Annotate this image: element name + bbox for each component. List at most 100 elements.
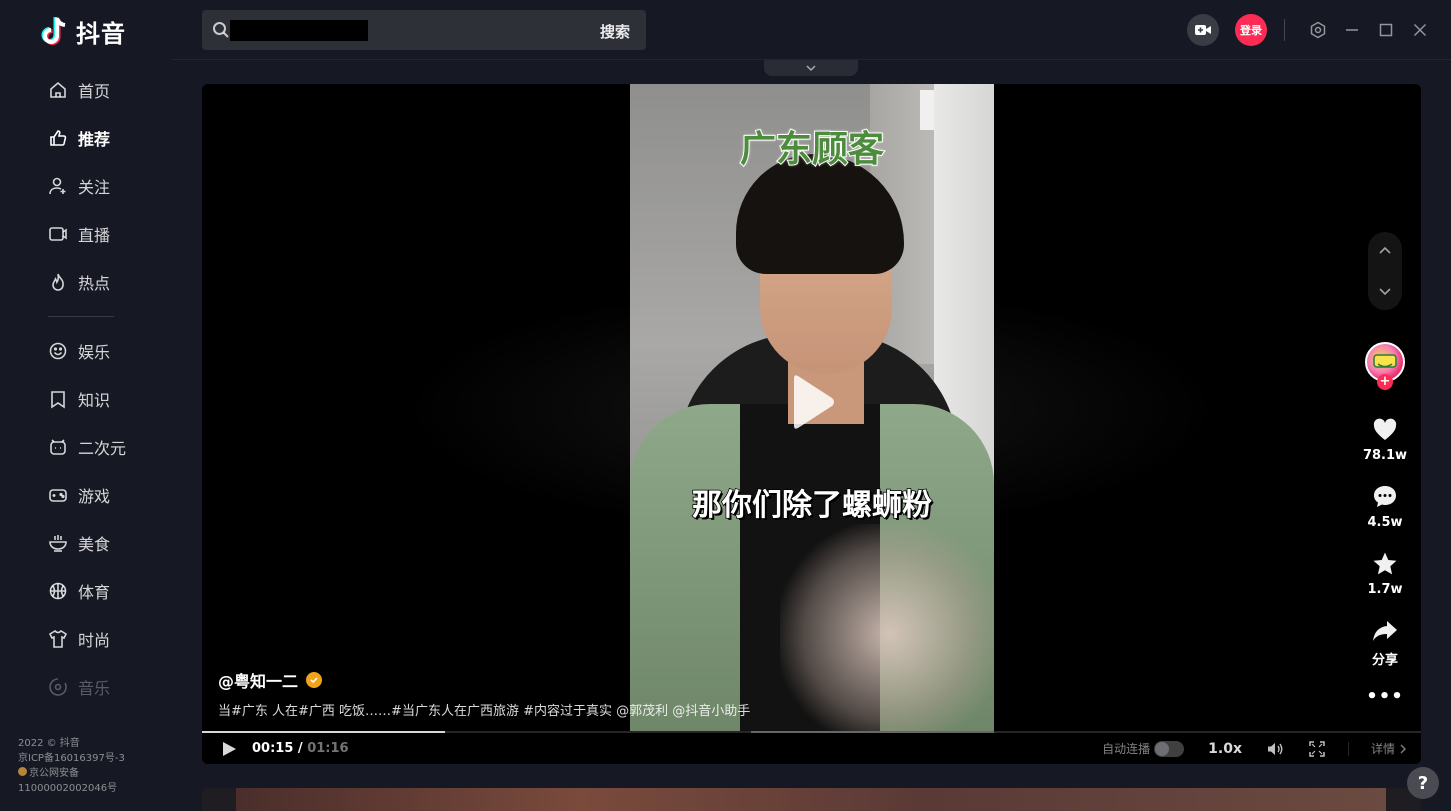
author-row: @粤知一二 bbox=[218, 668, 750, 692]
sidebar-item-label: 直播 bbox=[78, 226, 111, 245]
home-icon bbox=[50, 81, 66, 98]
chevron-up-icon[interactable] bbox=[1378, 244, 1392, 258]
sidebar-item-knowledge[interactable]: 知识 bbox=[0, 375, 172, 423]
chevron-right-icon bbox=[1400, 744, 1406, 753]
volume-icon[interactable] bbox=[1266, 740, 1284, 758]
gamepad-icon bbox=[49, 489, 67, 502]
share-action[interactable]: 分享 bbox=[1358, 617, 1412, 668]
follow-button[interactable]: + bbox=[1377, 374, 1393, 390]
chevron-down-icon[interactable] bbox=[1378, 284, 1392, 298]
police-record-number[interactable]: 11000002002046号 bbox=[18, 781, 125, 796]
player-controls-right: 自动连播 1.0x 详情 bbox=[1102, 733, 1407, 764]
footer-info: 2022 © 抖音 京ICP备16016397号-3 京公网安备 1100000… bbox=[18, 736, 125, 796]
autoplay-toggle[interactable] bbox=[1154, 740, 1185, 757]
music-icon bbox=[49, 678, 67, 696]
more-options-button[interactable]: ••• bbox=[1358, 686, 1412, 707]
header-actions: 登录 bbox=[1187, 14, 1451, 46]
time-current: 00:15 bbox=[252, 741, 294, 756]
tshirt-icon bbox=[48, 629, 68, 648]
fullscreen-icon[interactable] bbox=[1308, 740, 1326, 758]
time-display: 00:15 / 01:16 bbox=[252, 741, 349, 756]
comment-icon bbox=[1374, 486, 1396, 507]
minimize-button[interactable] bbox=[1335, 14, 1369, 46]
play-icon[interactable] bbox=[786, 372, 836, 432]
bowl-icon bbox=[49, 535, 67, 552]
search-button[interactable]: 搜索 bbox=[600, 21, 630, 42]
upload-video-button[interactable] bbox=[1187, 14, 1219, 46]
sidebar-item-entertainment[interactable]: 娱乐 bbox=[0, 327, 172, 375]
video-plus-icon bbox=[1195, 25, 1211, 35]
collapse-header-toggle[interactable] bbox=[764, 60, 858, 76]
play-pause-icon[interactable] bbox=[220, 740, 238, 758]
maximize-icon bbox=[1379, 23, 1393, 37]
player-controls: 00:15 / 01:16 自动连播 1.0x 详情 bbox=[202, 733, 1421, 764]
user-plus-icon bbox=[49, 177, 66, 195]
search-bar: 搜索 bbox=[202, 10, 646, 50]
sidebar-item-label: 美食 bbox=[78, 535, 111, 554]
logo[interactable]: 抖音 bbox=[40, 14, 126, 48]
sidebar: 抖音 首页 推荐 关注 直播 热点 娱乐 知识 二次元 游戏 美食 体育 时尚 … bbox=[0, 0, 172, 811]
sidebar-item-food[interactable]: 美食 bbox=[0, 519, 172, 567]
police-record-text[interactable]: 京公网安备 bbox=[18, 766, 125, 781]
author-name[interactable]: @粤知一二 bbox=[218, 668, 298, 692]
maximize-button[interactable] bbox=[1369, 14, 1403, 46]
header-divider bbox=[1284, 19, 1285, 41]
icp-text[interactable]: 京ICP备16016397号-3 bbox=[18, 751, 125, 766]
sidebar-item-label: 时尚 bbox=[78, 631, 111, 650]
sidebar-item-anime[interactable]: 二次元 bbox=[0, 423, 172, 471]
autoplay-label: 自动连播 bbox=[1102, 742, 1151, 756]
sidebar-nav: 首页 推荐 关注 直播 热点 娱乐 知识 二次元 游戏 美食 体育 时尚 音乐 bbox=[0, 66, 172, 711]
help-button[interactable]: ? bbox=[1407, 767, 1439, 799]
sidebar-item-recommend[interactable]: 推荐 bbox=[0, 114, 172, 162]
search-input[interactable] bbox=[230, 19, 368, 41]
alarm-clock-icon bbox=[50, 439, 66, 455]
logo-text: 抖音 bbox=[76, 19, 126, 48]
sidebar-item-label: 二次元 bbox=[78, 439, 127, 458]
playback-speed-button[interactable]: 1.0x bbox=[1208, 741, 1242, 757]
sidebar-item-label: 首页 bbox=[78, 82, 111, 101]
comment-action[interactable]: 4.5w bbox=[1358, 483, 1412, 530]
live-icon bbox=[49, 227, 67, 241]
author-avatar-wrap[interactable]: + bbox=[1365, 342, 1405, 390]
sidebar-item-label: 游戏 bbox=[78, 487, 111, 506]
sidebar-item-label: 音乐 bbox=[78, 679, 111, 698]
login-button[interactable]: 登录 bbox=[1235, 14, 1267, 46]
next-video-preview[interactable] bbox=[202, 788, 1421, 811]
sidebar-item-hot[interactable]: 热点 bbox=[0, 258, 172, 306]
sidebar-item-sports[interactable]: 体育 bbox=[0, 567, 172, 615]
time-total: 01:16 bbox=[307, 741, 349, 756]
close-button[interactable] bbox=[1403, 14, 1437, 46]
sidebar-item-follow[interactable]: 关注 bbox=[0, 162, 172, 210]
chevron-down-icon bbox=[806, 65, 816, 72]
sidebar-item-label: 知识 bbox=[78, 391, 111, 410]
sidebar-divider bbox=[48, 316, 114, 317]
action-bar: + 78.1w 4.5w 1.7w 分享 ••• bbox=[1358, 342, 1412, 707]
copyright-text: 2022 © 抖音 bbox=[18, 738, 80, 749]
video-subtitle: 那你们除了螺蛳粉 bbox=[691, 487, 933, 524]
video-player[interactable]: 广东顾客 那你们除了螺蛳粉 @粤知一二 当#广东 人在#广西 吃饭……#当广东人… bbox=[202, 84, 1421, 764]
detail-button[interactable]: 详情 bbox=[1371, 740, 1407, 757]
sidebar-item-label: 体育 bbox=[78, 583, 111, 602]
sidebar-item-home[interactable]: 首页 bbox=[0, 66, 172, 114]
video-caption-top: 广东顾客 bbox=[739, 128, 885, 171]
sidebar-item-games[interactable]: 游戏 bbox=[0, 471, 172, 519]
controls-divider bbox=[1347, 741, 1349, 756]
video-frame[interactable]: 广东顾客 那你们除了螺蛳粉 bbox=[630, 84, 994, 731]
verified-badge-icon bbox=[306, 672, 323, 688]
close-icon bbox=[1413, 23, 1427, 37]
smiley-icon bbox=[49, 342, 67, 360]
sidebar-item-fashion[interactable]: 时尚 bbox=[0, 615, 172, 663]
sidebar-item-live[interactable]: 直播 bbox=[0, 210, 172, 258]
sidebar-item-music[interactable]: 音乐 bbox=[0, 663, 172, 711]
heart-icon bbox=[1373, 418, 1397, 440]
favorite-action[interactable]: 1.7w bbox=[1358, 550, 1412, 597]
settings-icon bbox=[1310, 21, 1326, 39]
share-icon bbox=[1373, 621, 1397, 641]
video-info: @粤知一二 当#广东 人在#广西 吃饭……#当广东人在广西旅游 #内容过于真实 … bbox=[218, 668, 750, 719]
minimize-icon bbox=[1346, 29, 1358, 31]
thumbs-up-icon bbox=[50, 130, 67, 146]
avatar-logo-icon bbox=[1373, 354, 1397, 368]
settings-button[interactable] bbox=[1301, 14, 1335, 46]
app-window: 抖音 首页 推荐 关注 直播 热点 娱乐 知识 二次元 游戏 美食 体育 时尚 … bbox=[0, 0, 1451, 811]
like-action[interactable]: 78.1w bbox=[1358, 416, 1412, 463]
